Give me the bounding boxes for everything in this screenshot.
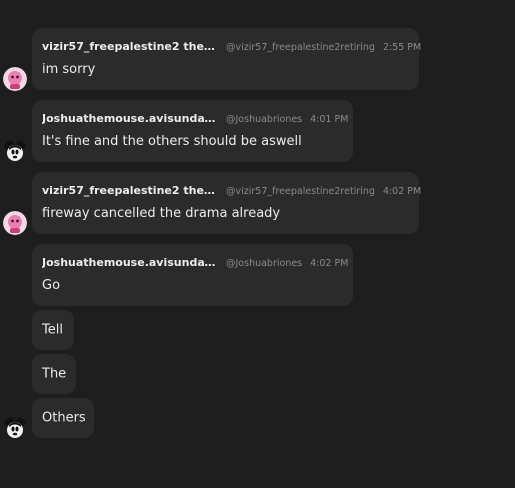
sender-name[interactable]: vizir57_freepalestine2 the lose... [42,40,218,53]
message-header: vizir57_freepalestine2 the lose... @vizi… [42,40,421,56]
message-text: Tell [42,322,63,338]
sender-handle: @Joshuabriones [226,114,303,125]
sender-name[interactable]: Joshuathemouse.avisundaynig... [42,112,218,125]
sender-handle: @vizir57_freepalestine2retiring [226,186,375,197]
timestamp: 4:02 PM [382,186,422,197]
chat-thread: vizir57_freepalestine2 the lose... @vizi… [0,0,515,488]
message-text: The [42,366,67,382]
message-bubble[interactable]: Others [32,398,94,438]
timestamp: 2:55 PM [382,42,422,53]
pink-character-avatar[interactable] [3,67,27,91]
sender-name[interactable]: vizir57_freepalestine2 the lose... [42,184,218,197]
message-bubble[interactable]: vizir57_freepalestine2 the lose... @vizi… [32,172,421,234]
message-text: Go [42,278,61,293]
message-header: vizir57_freepalestine2 the lose... @vizi… [42,184,421,200]
message-bubble[interactable]: Tell [32,310,74,350]
timestamp: 4:02 PM [310,258,349,269]
sender-name[interactable]: Joshuathemouse.avisundaynig... [42,256,218,269]
message-bubble[interactable]: The [32,354,76,394]
timestamp: 4:01 PM [310,114,349,125]
message-bubble[interactable]: vizir57_freepalestine2 the lose... @vizi… [32,28,421,90]
message-text: Others [42,410,86,426]
message-bubble[interactable]: Joshuathemouse.avisundaynig... @Joshuabr… [32,244,353,306]
sender-handle: @Joshuabriones [226,258,303,269]
message-text: im sorry [42,62,96,77]
pink-character-avatar[interactable] [3,211,27,235]
sender-handle: @vizir57_freepalestine2retiring [226,42,375,53]
message-text: fireway cancelled the drama already [42,206,281,221]
cartoon-mouse-avatar[interactable] [3,416,27,440]
message-text: It's fine and the others should be aswel… [42,134,302,149]
message-bubble[interactable]: Joshuathemouse.avisundaynig... @Joshuabr… [32,100,353,162]
message-header: Joshuathemouse.avisundaynig... @Joshuabr… [42,112,348,128]
cartoon-mouse-avatar[interactable] [3,139,27,163]
message-header: Joshuathemouse.avisundaynig... @Joshuabr… [42,256,348,272]
